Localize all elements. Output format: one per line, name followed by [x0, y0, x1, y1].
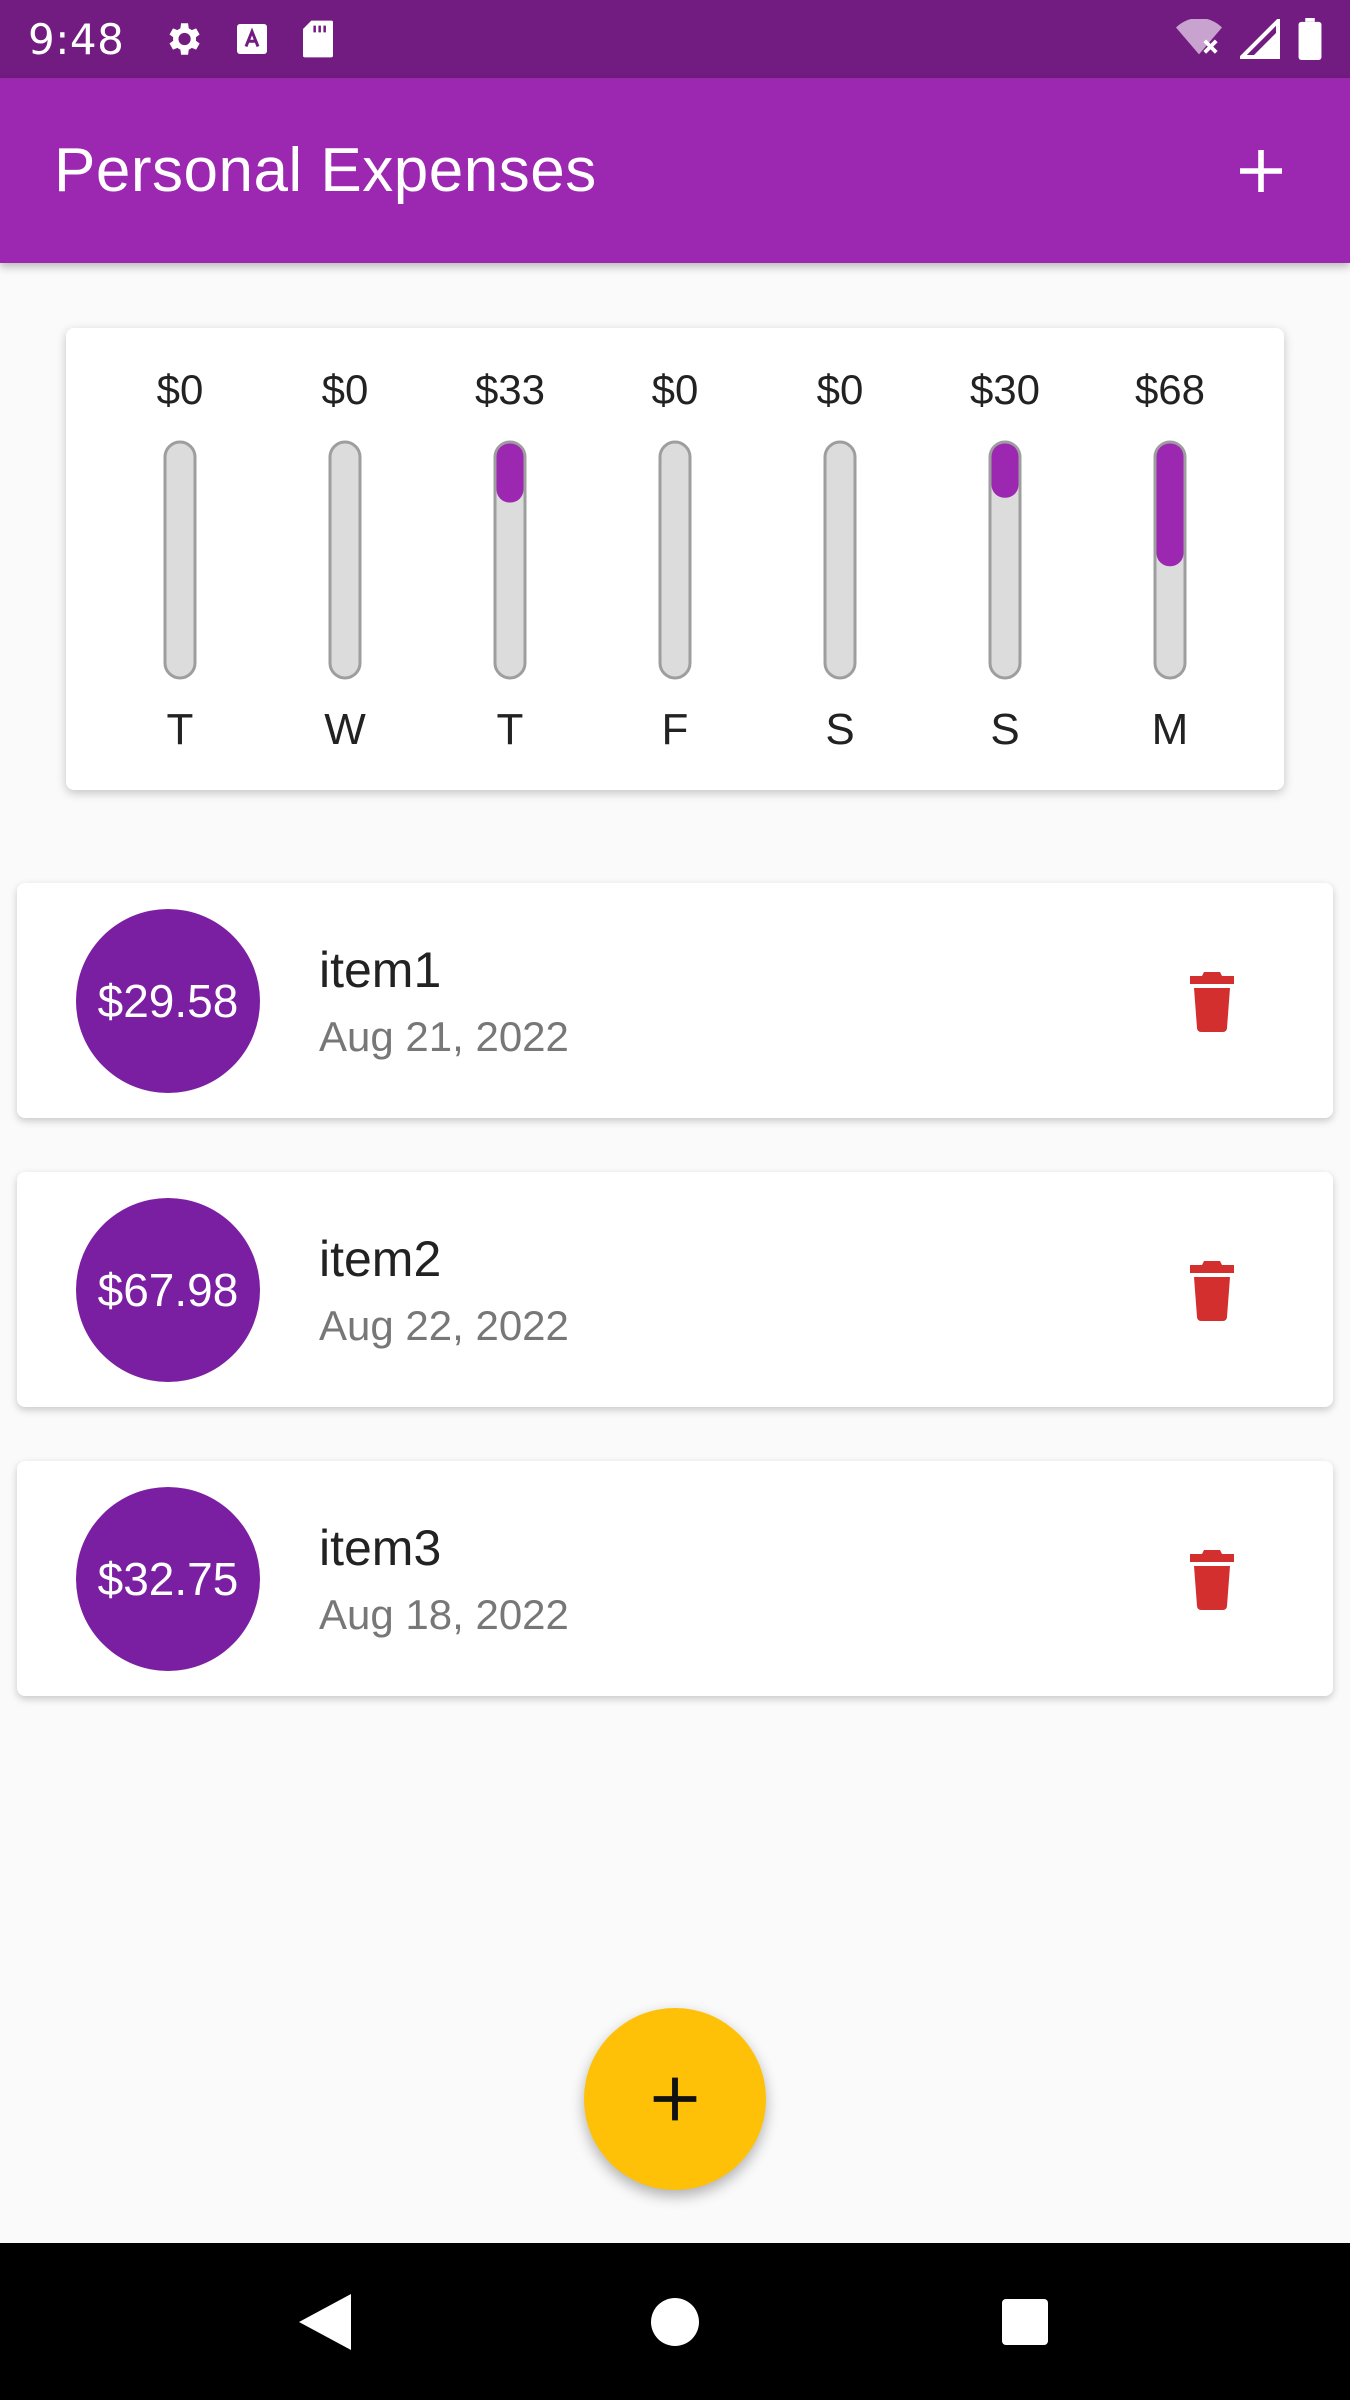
transaction-title: item3: [319, 1520, 442, 1576]
amount-text: $29.58: [97, 975, 239, 1027]
bar-fill: [496, 443, 524, 503]
app-bar: Personal Expenses: [0, 78, 1350, 263]
bar-amount-label: $33: [475, 366, 545, 413]
amount-avatar: $29.58: [76, 909, 260, 1093]
chart-bar-group: $33 T: [475, 366, 545, 754]
bar-track: [328, 440, 362, 680]
wifi-off-icon: [1176, 19, 1222, 59]
bar-fill: [991, 443, 1019, 498]
bar-amount-label: $68: [1135, 366, 1205, 413]
transaction-title: item2: [319, 1231, 442, 1287]
plus-icon: [653, 2077, 697, 2121]
system-nav-bar: [0, 2243, 1350, 2400]
transaction-date: Aug 21, 2022: [319, 1013, 569, 1060]
nav-back-button[interactable]: [275, 2272, 375, 2372]
recents-icon: [1002, 2298, 1048, 2345]
home-icon: [651, 2297, 699, 2346]
bar-day-label: F: [662, 705, 689, 754]
chart-bar-group: $0 F: [652, 366, 699, 754]
bar-day-label: S: [825, 705, 854, 754]
trash-icon: [1190, 972, 1234, 1032]
page-title: Personal Expenses: [54, 136, 597, 205]
nav-home-button[interactable]: [625, 2272, 725, 2372]
bar-track: [823, 440, 857, 680]
battery-icon: [1298, 18, 1322, 60]
bar-amount-label: $0: [157, 366, 204, 413]
plus-icon: [1240, 149, 1282, 192]
text-a-icon: [234, 21, 270, 57]
transaction-card: $32.75 item3 Aug 18, 2022: [17, 1461, 1333, 1696]
back-icon: [299, 2293, 351, 2350]
bar-day-label: T: [167, 705, 194, 754]
amount-avatar: $32.75: [76, 1487, 260, 1671]
transaction-title: item1: [319, 942, 442, 998]
bar-track: [163, 440, 197, 680]
transaction-date: Aug 22, 2022: [319, 1302, 569, 1349]
bar-day-label: S: [990, 705, 1019, 754]
chart-bar-group: $0 W: [322, 366, 369, 754]
amount-text: $67.98: [97, 1264, 239, 1316]
bar-day-label: W: [324, 705, 366, 754]
bar-track: [658, 440, 692, 680]
bar-fill: [1156, 443, 1184, 567]
status-icons-left: [162, 18, 336, 60]
add-fab-button[interactable]: [584, 2008, 766, 2190]
trash-icon: [1190, 1261, 1234, 1321]
sd-card-icon: [300, 19, 336, 59]
bar-amount-label: $0: [652, 366, 699, 413]
status-icons-right: [1176, 18, 1322, 60]
chart-bar-group: $0 T: [157, 366, 204, 754]
bar-amount-label: $0: [817, 366, 864, 413]
weekly-chart: $0 T $0 W $33 T $0 F $0 S $30 S $68 M: [66, 328, 1284, 790]
nav-recents-button[interactable]: [975, 2272, 1075, 2372]
delete-button[interactable]: [1167, 1250, 1257, 1330]
chart-bar-group: $0 S: [817, 366, 864, 754]
bar-day-label: M: [1152, 705, 1189, 754]
bar-day-label: T: [497, 705, 524, 754]
amount-text: $32.75: [97, 1553, 239, 1605]
bar-amount-label: $0: [322, 366, 369, 413]
add-transaction-button[interactable]: [1226, 136, 1296, 206]
status-bar: 9:48: [0, 0, 1350, 78]
delete-button[interactable]: [1167, 1539, 1257, 1619]
delete-button[interactable]: [1167, 961, 1257, 1041]
trash-icon: [1190, 1550, 1234, 1610]
status-time: 9:48: [28, 14, 125, 64]
chart-bar-group: $68 M: [1135, 366, 1205, 754]
signal-icon: [1240, 19, 1280, 59]
transaction-date: Aug 18, 2022: [319, 1591, 569, 1638]
bar-amount-label: $30: [970, 366, 1040, 413]
settings-icon: [162, 18, 204, 60]
chart-canvas: $0 T $0 W $33 T $0 F $0 S $30 S $68 M: [157, 366, 1205, 754]
transaction-card: $67.98 item2 Aug 22, 2022: [17, 1172, 1333, 1407]
transaction-card: $29.58 item1 Aug 21, 2022: [17, 883, 1333, 1118]
chart-bar-group: $30 S: [970, 366, 1040, 754]
amount-avatar: $67.98: [76, 1198, 260, 1382]
